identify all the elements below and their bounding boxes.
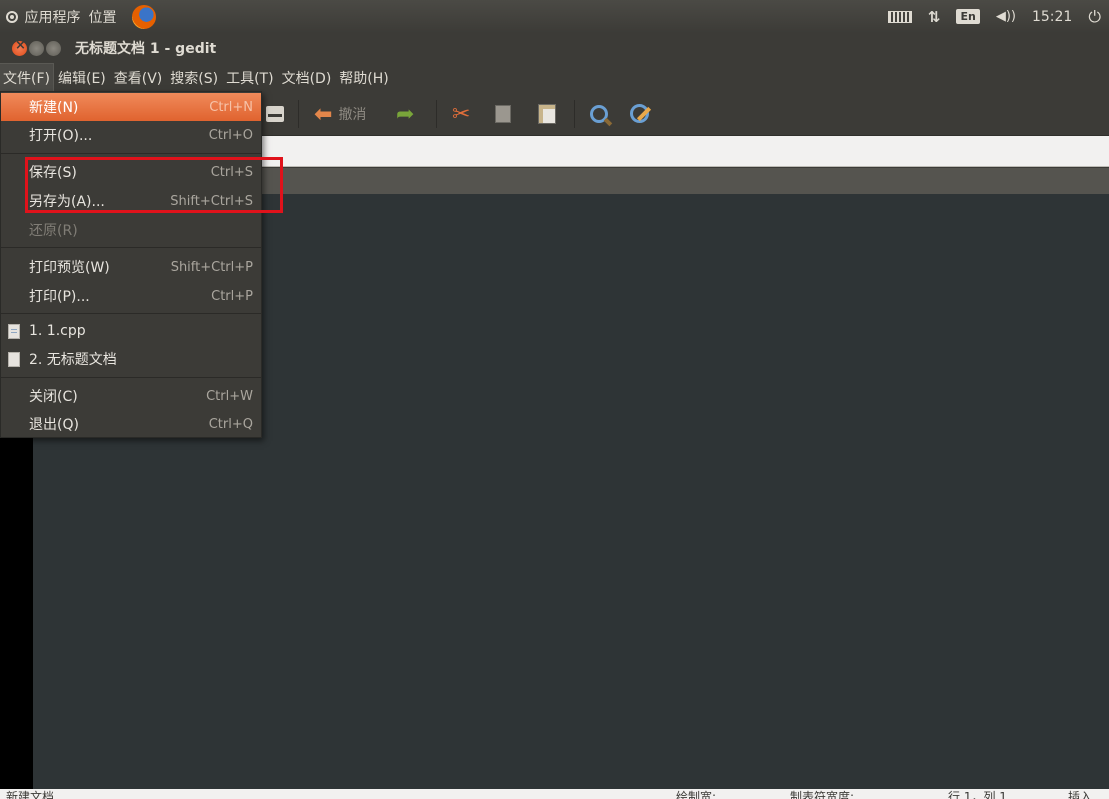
menu-item-accelerator: Ctrl+O [208,127,253,143]
text-file-icon [8,324,20,339]
menu-item-quit[interactable]: 退出(Q) Ctrl+Q [1,410,261,438]
undo-button[interactable]: ⬅ 撤消 [314,101,367,127]
toolbar-separator [436,100,437,128]
keyboard-icon[interactable] [887,10,912,23]
menu-item-label: 另存为(A)... [29,194,105,210]
status-insert-mode: 插入 [1068,790,1093,799]
input-language-badge[interactable]: En [956,9,980,24]
menu-separator [1,247,261,248]
menu-item-label: 保存(S) [29,165,77,181]
applications-label: 应用程序 [24,9,81,26]
window-title: 无标题文档 1 - gedit [75,41,217,57]
menu-separator [1,153,261,154]
menu-item-accelerator: Ctrl+W [206,388,253,404]
menu-item-label: 打开(O)... [29,128,93,144]
menu-item-print-preview[interactable]: 打印预览(W) Shift+Ctrl+P [1,253,261,281]
copy-icon [495,105,511,123]
paste-button[interactable] [538,102,556,126]
menu-help[interactable]: 帮助(H) [336,64,391,92]
find-button[interactable] [590,102,608,126]
menu-item-print[interactable]: 打印(P)... Ctrl+P [1,282,261,310]
menu-item-label: 关闭(C) [29,389,78,405]
print-icon [266,106,284,122]
file-menu-dropdown: 新建(N) Ctrl+N 打开(O)... Ctrl+O 保存(S) Ctrl+… [0,91,262,438]
print-button[interactable] [266,102,284,126]
paste-icon [538,104,556,124]
applications-menu[interactable]: 应用程序 [6,7,80,27]
volume-icon[interactable]: ◀)) [996,9,1016,24]
menu-item-revert: 还原(R) [1,216,261,244]
menu-item-label: 1. 1.cpp [29,323,86,339]
menu-item-accelerator: Shift+Ctrl+S [170,193,253,209]
menu-item-accelerator: Shift+Ctrl+P [170,259,253,275]
menu-edit[interactable]: 编辑(E) [55,64,109,92]
places-menu[interactable]: 位置 [88,7,116,27]
menu-tools[interactable]: 工具(T) [223,64,276,92]
undo-icon: ⬅ [314,101,333,127]
ubuntu-logo-icon [6,10,18,23]
window-titlebar: 无标题文档 1 - gedit [0,33,1109,63]
menu-documents[interactable]: 文档(D) [279,64,335,92]
status-message: 新建文档 [6,790,55,799]
clock[interactable]: 15:21 [1032,9,1072,25]
copy-button[interactable] [495,102,511,126]
redo-button[interactable]: ➦ [396,101,415,127]
menu-separator [1,377,261,378]
blank-file-icon [8,352,20,367]
menu-item-save-as[interactable]: 另存为(A)... Shift+Ctrl+S [1,187,261,215]
menu-item-label: 打印(P)... [29,289,90,305]
menu-item-label: 新建(N) [29,100,79,116]
menu-separator [1,313,261,314]
firefox-icon[interactable] [132,4,157,29]
menu-item-label: 2. 无标题文档 [29,352,117,368]
cut-button[interactable]: ✂ [452,101,471,127]
find-replace-button[interactable] [630,102,650,126]
statusbar: 新建文档 绘制宽: 制表符宽度: 行 1，列 1 插入 [0,789,1109,799]
find-icon [590,105,608,123]
menu-item-accelerator: Ctrl+Q [208,416,253,432]
minimize-window-button[interactable] [29,40,44,56]
menu-item-label: 退出(Q) [29,417,79,433]
menu-file[interactable]: 文件(F) [0,62,54,93]
menu-view[interactable]: 查看(V) [111,64,166,92]
menu-item-save[interactable]: 保存(S) Ctrl+S [1,158,261,186]
menu-item-new[interactable]: 新建(N) Ctrl+N [1,93,261,121]
menu-item-open[interactable]: 打开(O)... Ctrl+O [1,121,261,149]
menu-item-accelerator: Ctrl+P [211,288,253,304]
menu-item-label: 还原(R) [29,223,78,239]
menu-item-label: 打印预览(W) [29,260,110,276]
menu-item-accelerator: Ctrl+N [209,99,253,115]
menu-item-recent-2[interactable]: 2. 无标题文档 [1,345,261,373]
cut-icon: ✂ [452,101,471,127]
redo-icon: ➦ [396,101,415,127]
menu-item-close[interactable]: 关闭(C) Ctrl+W [1,382,261,410]
status-tab-width[interactable]: 制表符宽度: [790,791,854,799]
power-icon[interactable]: ⏻ [1088,7,1101,27]
status-highlight-mode[interactable]: 绘制宽: [676,791,716,799]
menu-search[interactable]: 搜索(S) [167,64,221,92]
maximize-window-button[interactable] [46,40,61,56]
toolbar-separator [298,100,299,128]
menu-item-recent-1[interactable]: 1. 1.cpp [1,317,261,345]
undo-label: 撤消 [338,107,367,123]
network-icon[interactable]: ⇅ [928,8,941,26]
menu-item-accelerator: Ctrl+S [210,164,253,180]
menubar: 文件(F) 编辑(E) 查看(V) 搜索(S) 工具(T) 文档(D) 帮助(H… [0,62,1109,93]
find-replace-icon [630,104,650,124]
close-window-button[interactable] [12,38,27,56]
status-cursor-position: 行 1，列 1 [948,790,1007,799]
top-panel: 应用程序 位置 ⇅ En ◀)) 15:21 ⏻ [0,0,1109,33]
toolbar-separator [574,100,575,128]
